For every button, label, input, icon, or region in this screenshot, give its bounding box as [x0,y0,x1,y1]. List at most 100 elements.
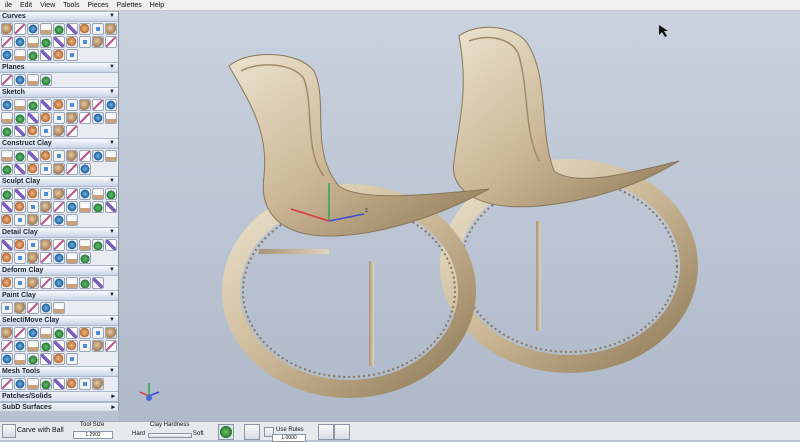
tool-button[interactable] [14,23,26,35]
tool-button[interactable] [27,239,39,251]
tool-button[interactable] [1,23,13,35]
menu-ile[interactable]: ile [2,0,17,11]
tool-button[interactable] [66,36,78,48]
tool-button[interactable] [40,252,52,264]
tool-button[interactable] [92,99,104,111]
tool-button[interactable] [53,252,65,264]
tool-button[interactable] [1,214,13,226]
tool-button[interactable] [53,125,65,137]
ring-model-right[interactable] [440,26,698,373]
palette-header-paint-clay[interactable]: Paint Clay ▼ [0,290,118,301]
tool-button[interactable] [1,36,13,48]
tool-button[interactable] [14,125,26,137]
menu-help[interactable]: Help [147,0,169,11]
tool-button[interactable] [79,239,91,251]
tool-button[interactable] [53,239,65,251]
tool-button[interactable] [79,277,91,289]
tool-button[interactable] [27,378,39,390]
tool-button[interactable] [14,214,26,226]
palette-header-sculpt-clay[interactable]: Sculpt Clay ▼ [0,176,118,187]
tool-button[interactable] [1,239,13,251]
tool-button[interactable] [66,112,78,124]
menu-view[interactable]: View [37,0,60,11]
tool-button[interactable] [79,252,91,264]
tool-button[interactable] [14,36,26,48]
tool-button[interactable] [79,201,91,213]
tool-button[interactable] [1,112,13,124]
tool-button[interactable] [27,252,39,264]
tool-button[interactable] [105,150,117,162]
tool-button[interactable] [1,49,13,61]
tool-button[interactable] [40,99,52,111]
menu-palettes[interactable]: Palettes [113,0,146,11]
tool-size-field[interactable]: 1.2902 [73,431,113,439]
tool-button[interactable] [27,125,39,137]
tool-button[interactable] [66,188,78,200]
tool-button[interactable] [27,302,39,314]
tool-button[interactable] [27,99,39,111]
tool-button[interactable] [66,23,78,35]
tool-button[interactable] [53,23,65,35]
tool-button[interactable] [53,327,65,339]
tool-button[interactable] [40,378,52,390]
tool-button[interactable] [27,112,39,124]
expand-arrow-icon[interactable]: ▸ [111,403,115,411]
tool-button[interactable] [105,112,117,124]
tool-button[interactable] [1,340,13,352]
tool-button[interactable] [40,150,52,162]
tool-button[interactable] [53,214,65,226]
tool-button[interactable] [66,214,78,226]
collapse-arrow-icon[interactable]: ▼ [109,177,115,186]
tool-button[interactable] [14,163,26,175]
tool-button[interactable] [14,340,26,352]
clay-tool-icon[interactable] [218,424,234,440]
tool-button[interactable] [66,239,78,251]
tool-button[interactable] [14,112,26,124]
tool-button[interactable] [66,340,78,352]
tool-button[interactable] [14,353,26,365]
tool-button[interactable] [14,188,26,200]
tool-button[interactable] [27,214,39,226]
palette-header-patches-solids[interactable]: Patches/Solids ▸ [0,391,118,402]
tool-button[interactable] [1,125,13,137]
tool-button[interactable] [27,201,39,213]
tool-button[interactable] [14,99,26,111]
palette-header-planes[interactable]: Planes ▼ [0,62,118,73]
tool-button[interactable] [53,99,65,111]
tool-button[interactable] [105,340,117,352]
palette-header-mesh-tools[interactable]: Mesh Tools ▼ [0,366,118,377]
palette-header-select-move-clay[interactable]: Select/Move Clay ▼ [0,315,118,326]
collapse-arrow-icon[interactable]: ▼ [109,12,115,21]
palette-header-sketch[interactable]: Sketch ▼ [0,87,118,98]
tool-button[interactable] [14,327,26,339]
tool-button[interactable] [27,150,39,162]
tool-button[interactable] [105,327,117,339]
tool-button[interactable] [53,201,65,213]
ring-model-left[interactable] [222,54,490,398]
tool-button[interactable] [53,150,65,162]
tool-button[interactable] [53,353,65,365]
tool-button[interactable] [27,340,39,352]
tool-button[interactable] [66,252,78,264]
tool-button[interactable] [40,277,52,289]
tool-button[interactable] [66,327,78,339]
tool-button[interactable] [105,99,117,111]
tool-button[interactable] [66,378,78,390]
tool-button[interactable] [40,74,52,86]
model-view[interactable]: z [119,11,800,421]
menu-tools[interactable]: Tools [60,0,84,11]
tool-button[interactable] [79,378,91,390]
palette-header-curves[interactable]: Curves ▼ [0,11,118,22]
tool-button[interactable] [92,340,104,352]
collapse-arrow-icon[interactable]: ▼ [109,63,115,72]
rules-snap-icon[interactable] [334,424,350,440]
tool-button[interactable] [105,201,117,213]
tool-button[interactable] [40,214,52,226]
tool-button[interactable] [40,125,52,137]
tool-button[interactable] [40,327,52,339]
tool-button[interactable] [40,188,52,200]
tool-button[interactable] [1,353,13,365]
palette-header-construct-clay[interactable]: Construct Clay ▼ [0,138,118,149]
tool-button[interactable] [27,36,39,48]
tool-button[interactable] [14,239,26,251]
